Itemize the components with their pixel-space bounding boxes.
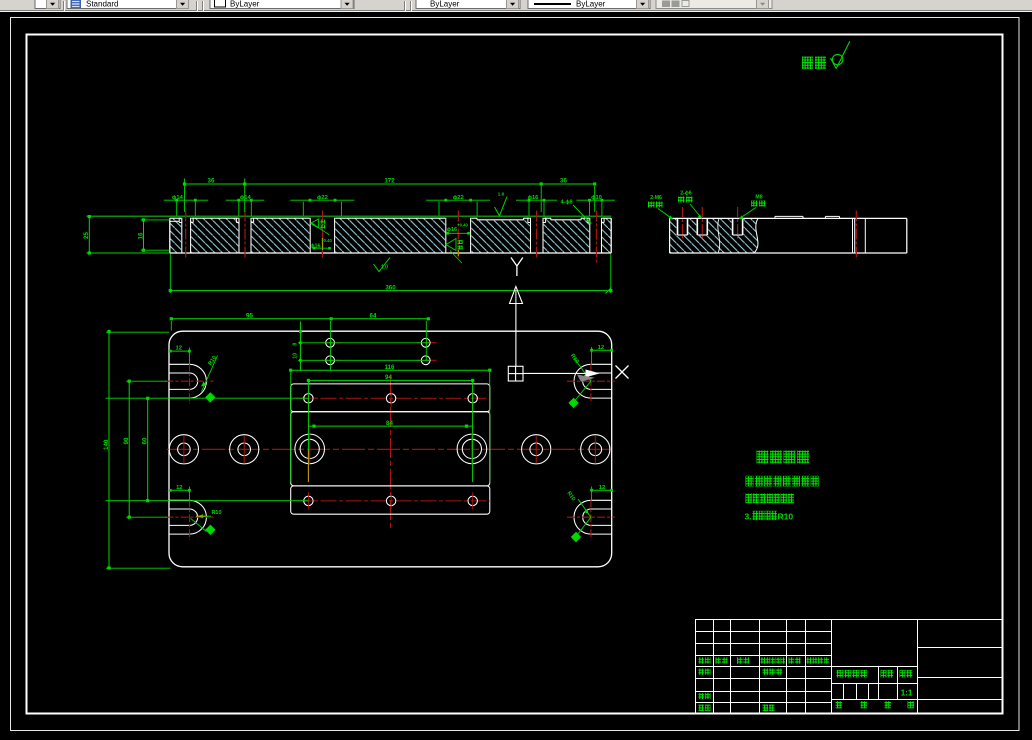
svg-text:R10: R10 <box>211 510 221 516</box>
svg-text:94: 94 <box>385 374 392 381</box>
svg-text:95: 95 <box>246 312 253 319</box>
svg-text:12: 12 <box>598 345 604 351</box>
svg-text:1:1: 1:1 <box>901 689 913 698</box>
svg-text:4-ϕ8: 4-ϕ8 <box>560 200 572 206</box>
svg-text:R10: R10 <box>778 511 794 521</box>
svg-text:90: 90 <box>123 437 130 444</box>
svg-text:ϕ22: ϕ22 <box>453 195 464 201</box>
svg-text:84: 84 <box>386 420 393 427</box>
svg-text:3.: 3. <box>745 511 752 521</box>
svg-text:1.6: 1.6 <box>498 192 505 198</box>
svg-text:1.0: 1.0 <box>381 265 388 271</box>
svg-text:12: 12 <box>176 485 182 491</box>
svg-text:60: 60 <box>142 437 149 444</box>
svg-text:ϕ10: ϕ10 <box>591 195 602 201</box>
svg-text:Standard: Standard <box>86 0 118 8</box>
svg-text:12: 12 <box>599 485 605 491</box>
svg-text:10: 10 <box>292 353 298 359</box>
svg-text:ByLayer: ByLayer <box>230 0 260 8</box>
svg-text:ϕ14: ϕ14 <box>240 195 252 201</box>
svg-text:8: 8 <box>292 343 298 346</box>
svg-text:360: 360 <box>385 284 396 291</box>
svg-text:ByLayer: ByLayer <box>576 0 606 8</box>
svg-text:M8: M8 <box>755 195 762 201</box>
svg-text:2-ϕ6: 2-ϕ6 <box>680 191 692 197</box>
svg-text:ϕ22: ϕ22 <box>317 195 328 201</box>
svg-text:25: 25 <box>83 232 90 239</box>
svg-text:+0.40: +0.40 <box>321 238 332 243</box>
svg-text:140: 140 <box>103 439 110 450</box>
svg-text:ϕ14: ϕ14 <box>172 195 184 201</box>
svg-text:16: 16 <box>137 232 144 239</box>
svg-text:36: 36 <box>560 178 567 185</box>
svg-text:ByLayer: ByLayer <box>430 0 460 8</box>
svg-text:172: 172 <box>384 178 395 185</box>
svg-text:+0.40: +0.40 <box>457 223 468 228</box>
svg-text:ϕ16: ϕ16 <box>528 195 540 201</box>
svg-text:64: 64 <box>370 312 377 319</box>
svg-text:116: 116 <box>385 364 396 371</box>
svg-text:2-M6: 2-M6 <box>650 195 662 201</box>
svg-text:12: 12 <box>175 346 181 352</box>
svg-text:36: 36 <box>208 178 215 185</box>
